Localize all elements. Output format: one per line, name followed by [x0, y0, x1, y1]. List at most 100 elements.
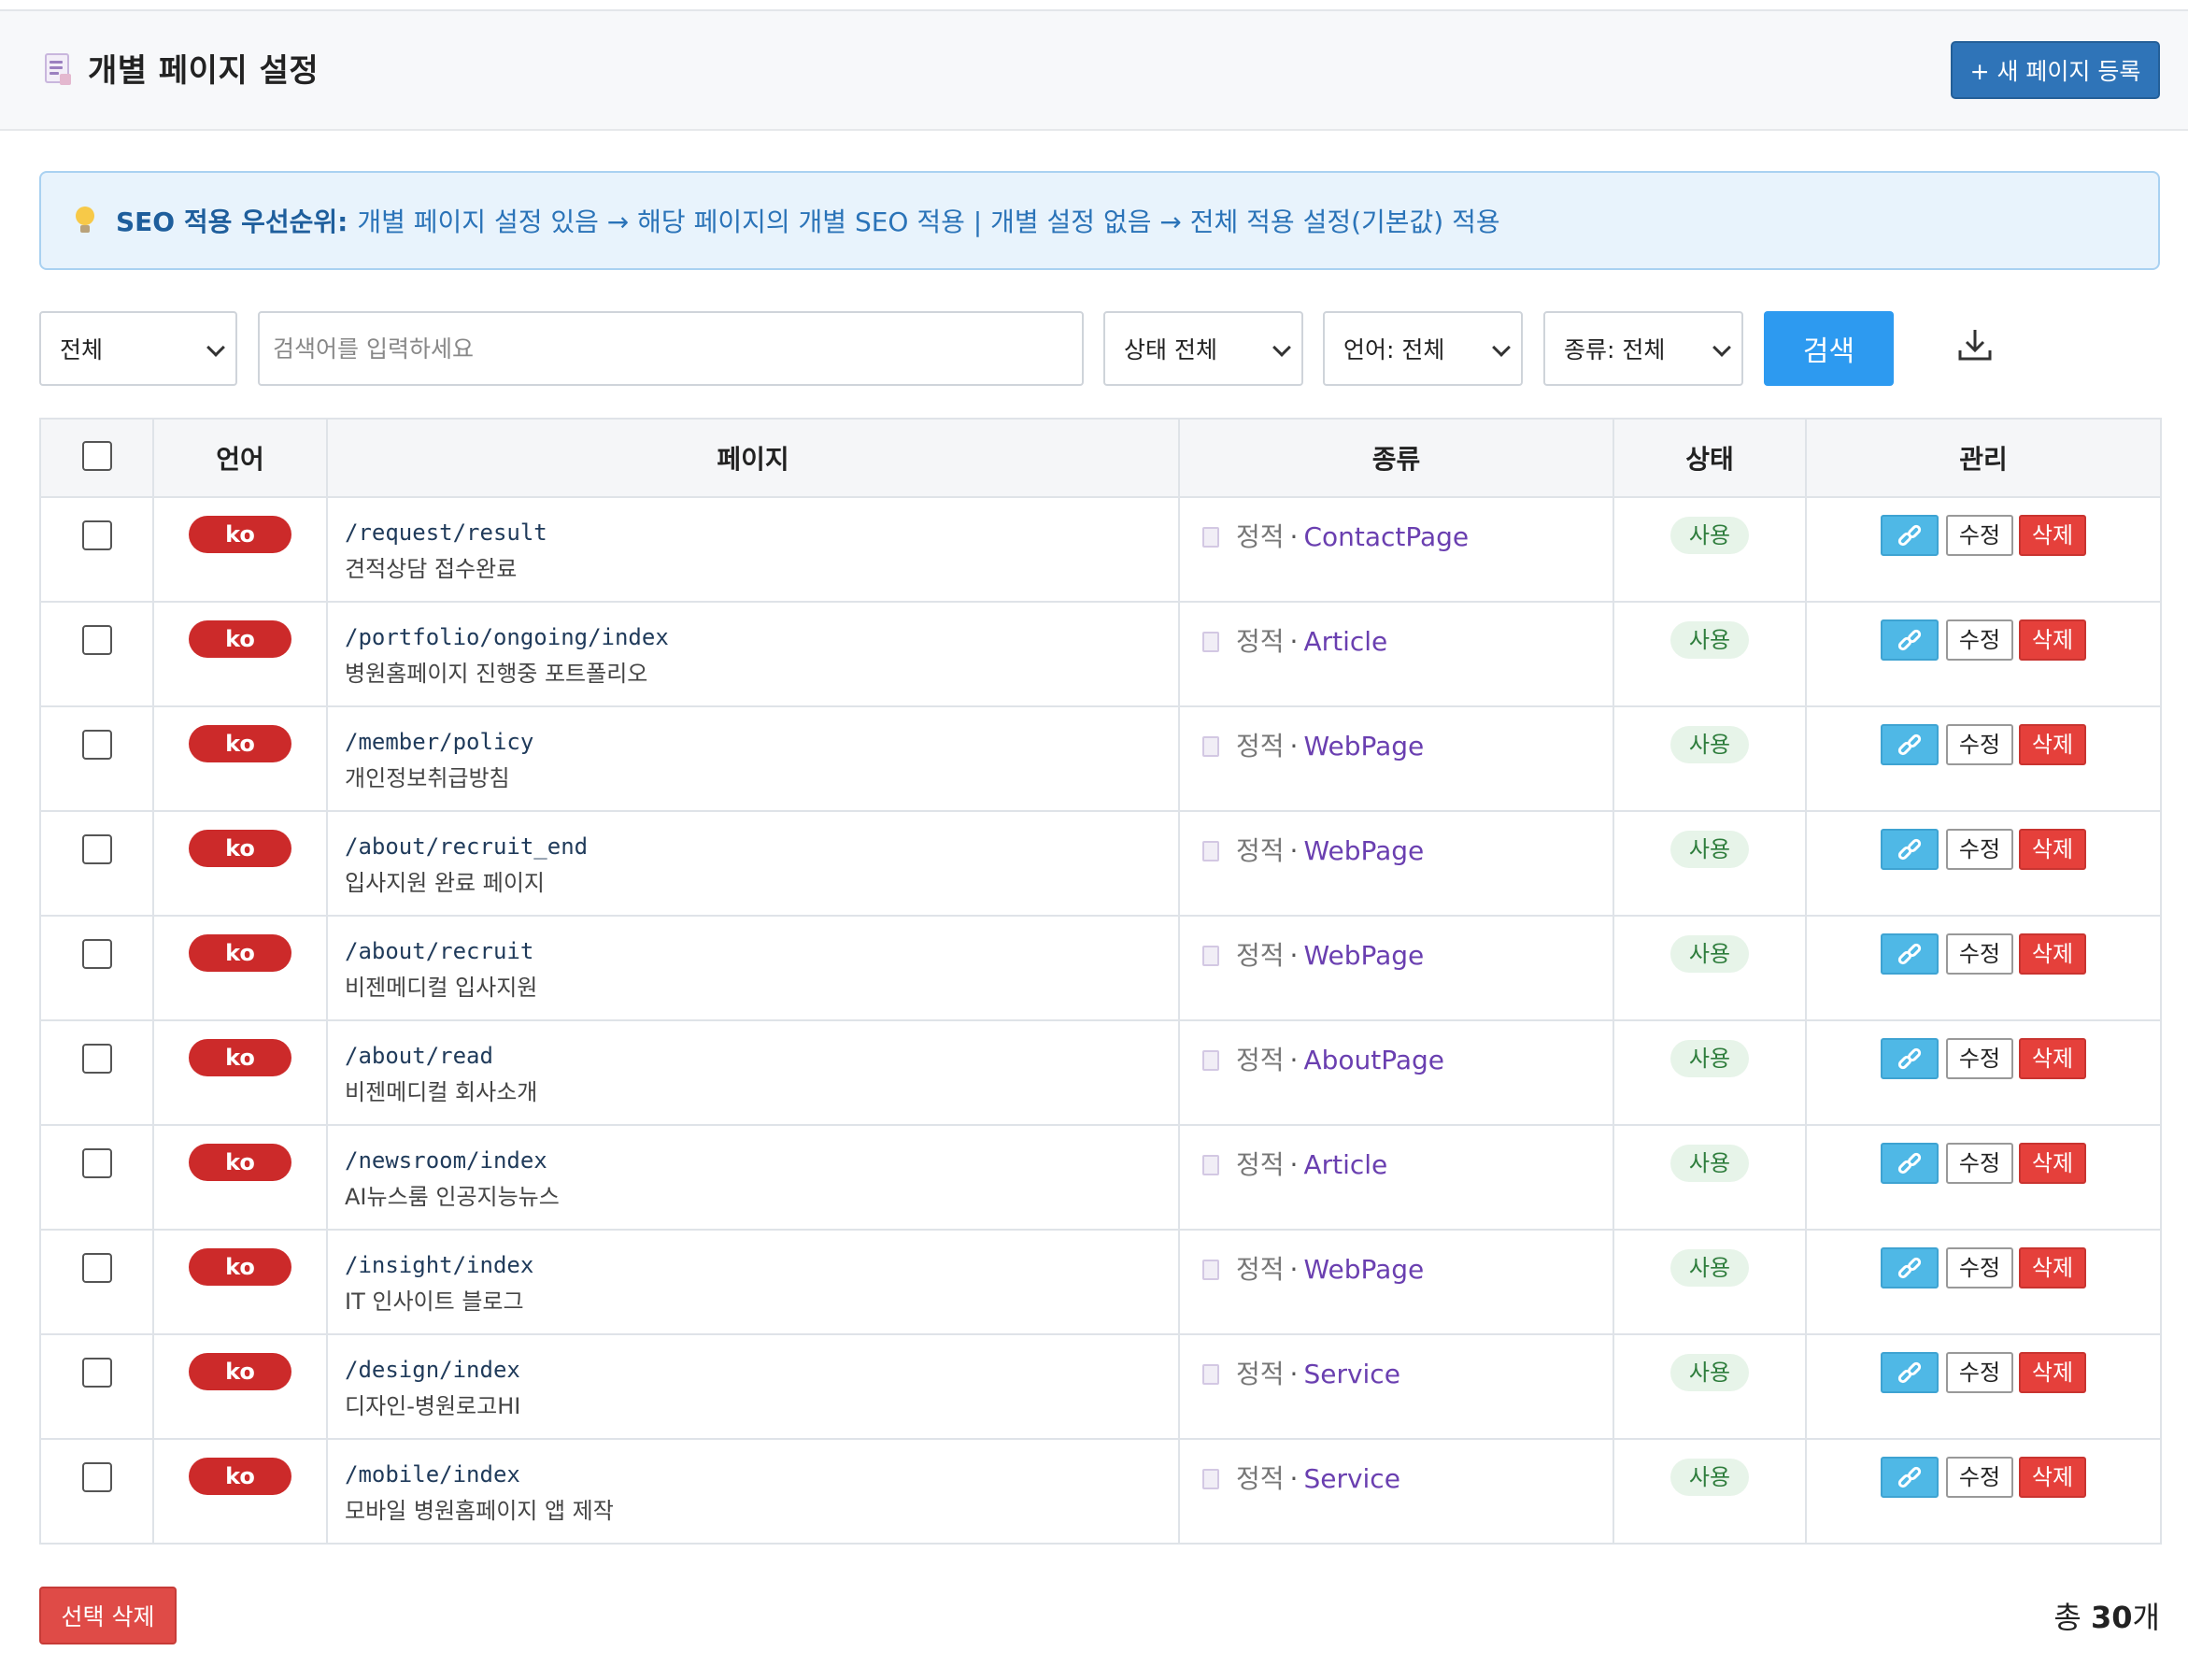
link-button[interactable]	[1881, 1143, 1939, 1184]
type-separator: ·	[1289, 1149, 1299, 1180]
type-static: 정적	[1236, 1463, 1285, 1494]
type-static: 정적	[1236, 1045, 1285, 1075]
select-all-checkbox[interactable]	[81, 440, 112, 471]
status-badge: 사용	[1670, 517, 1749, 554]
total-count: 총 30개	[2053, 1594, 2160, 1637]
row-checkbox[interactable]	[81, 1462, 112, 1492]
type-cell: 정적 · Service	[1178, 1438, 1614, 1545]
edit-button[interactable]: 수정	[1946, 1457, 2013, 1498]
row-checkbox[interactable]	[81, 834, 112, 864]
status-cell: 사용	[1613, 1229, 1807, 1335]
edit-button[interactable]: 수정	[1946, 515, 2013, 556]
language-cell: ko	[152, 1124, 328, 1231]
edit-button[interactable]: 수정	[1946, 1143, 2013, 1184]
link-button[interactable]	[1881, 933, 1939, 975]
manage-cell: 수정 삭제	[1805, 1438, 2162, 1545]
scope-select[interactable]: 전체	[39, 311, 237, 386]
download-icon[interactable]	[1956, 326, 1994, 363]
delete-button[interactable]: 삭제	[2019, 724, 2086, 765]
page-cell: /about/recruit 비젠메디컬 입사지원	[326, 915, 1180, 1021]
edit-button[interactable]: 수정	[1946, 1247, 2013, 1288]
new-page-button[interactable]: + 새 페이지 등록	[1951, 41, 2160, 99]
status-select[interactable]: 상태 전체	[1103, 311, 1303, 386]
document-icon	[1202, 736, 1219, 757]
document-icon	[1202, 841, 1219, 861]
delete-button[interactable]: 삭제	[2019, 515, 2086, 556]
page-name: AI뉴스룸 인공지능뉴스	[345, 1184, 560, 1210]
page-path: /about/recruit_end	[345, 833, 589, 860]
link-button[interactable]	[1881, 724, 1939, 765]
search-input[interactable]	[258, 311, 1084, 386]
delete-button[interactable]: 삭제	[2019, 1143, 2086, 1184]
link-button[interactable]	[1881, 1247, 1939, 1288]
table-row: ko/request/result 견적상담 접수완료 정적 · ContactPage…	[39, 496, 2162, 603]
row-checkbox[interactable]	[81, 1253, 112, 1283]
link-button[interactable]	[1881, 1457, 1939, 1498]
manage-cell: 수정 삭제	[1805, 496, 2162, 603]
status-cell: 사용	[1613, 1019, 1807, 1126]
delete-button[interactable]: 삭제	[2019, 1038, 2086, 1079]
delete-button[interactable]: 삭제	[2019, 1247, 2086, 1288]
page-name: 병원홈페이지 진행중 포트폴리오	[345, 661, 648, 687]
type-static: 정적	[1236, 1254, 1285, 1285]
row-select-cell	[39, 1333, 154, 1440]
type-separator: ·	[1289, 1254, 1299, 1285]
edit-button[interactable]: 수정	[1946, 829, 2013, 870]
row-checkbox[interactable]	[81, 730, 112, 760]
delete-button[interactable]: 삭제	[2019, 829, 2086, 870]
link-button[interactable]	[1881, 1038, 1939, 1079]
row-checkbox[interactable]	[81, 1044, 112, 1074]
link-button[interactable]	[1881, 515, 1939, 556]
type-schema: ContactPage	[1303, 521, 1470, 552]
page-title: 개별 페이지 설정	[88, 52, 320, 90]
type-cell: 정적 · ContactPage	[1178, 496, 1614, 603]
delete-button[interactable]: 삭제	[2019, 619, 2086, 661]
language-badge: ko	[189, 1144, 291, 1181]
row-checkbox[interactable]	[81, 1358, 112, 1388]
row-checkbox[interactable]	[81, 939, 112, 969]
page-cell: /insight/index IT 인사이트 블로그	[326, 1229, 1180, 1335]
row-checkbox[interactable]	[81, 520, 112, 550]
language-badge: ko	[189, 516, 291, 553]
status-badge: 사용	[1670, 1040, 1749, 1077]
link-button[interactable]	[1881, 1352, 1939, 1393]
bulk-delete-button[interactable]: 선택 삭제	[39, 1587, 177, 1644]
header-type: 종류	[1178, 418, 1614, 498]
total-suffix: 개	[2132, 1600, 2160, 1635]
type-static: 정적	[1236, 1359, 1285, 1389]
status-cell: 사용	[1613, 1124, 1807, 1231]
row-checkbox[interactable]	[81, 1148, 112, 1178]
table-row: ko/mobile/index 모바일 병원홈페이지 앱 제작 정적 · Service…	[39, 1438, 2162, 1545]
edit-button[interactable]: 수정	[1946, 724, 2013, 765]
manage-cell: 수정 삭제	[1805, 1333, 2162, 1440]
type-select-value: 종류: 전체	[1564, 336, 1666, 363]
chevron-down-icon	[1712, 338, 1731, 357]
row-checkbox[interactable]	[81, 625, 112, 655]
edit-button[interactable]: 수정	[1946, 619, 2013, 661]
table-row: ko/portfolio/ongoing/index 병원홈페이지 진행중 포트폴…	[39, 601, 2162, 707]
page-header: 개별 페이지 설정 + 새 페이지 등록	[0, 11, 2188, 131]
link-button[interactable]	[1881, 829, 1939, 870]
delete-button[interactable]: 삭제	[2019, 933, 2086, 975]
row-select-cell	[39, 601, 154, 707]
delete-button[interactable]: 삭제	[2019, 1457, 2086, 1498]
page-path: /portfolio/ongoing/index	[345, 624, 669, 650]
type-cell: 정적 · AboutPage	[1178, 1019, 1614, 1126]
page-name: IT 인사이트 블로그	[345, 1288, 524, 1315]
search-button[interactable]: 검색	[1764, 311, 1894, 386]
page-name: 모바일 병원홈페이지 앱 제작	[345, 1498, 614, 1524]
type-static: 정적	[1236, 731, 1285, 762]
type-separator: ·	[1289, 1463, 1299, 1494]
edit-button[interactable]: 수정	[1946, 933, 2013, 975]
status-cell: 사용	[1613, 915, 1807, 1021]
table-row: ko/newsroom/index AI뉴스룸 인공지능뉴스 정적 · Article 사…	[39, 1124, 2162, 1231]
edit-button[interactable]: 수정	[1946, 1038, 2013, 1079]
type-select[interactable]: 종류: 전체	[1543, 311, 1743, 386]
language-select[interactable]: 언어: 전체	[1323, 311, 1523, 386]
status-cell: 사용	[1613, 810, 1807, 917]
link-button[interactable]	[1881, 619, 1939, 661]
type-cell: 정적 · Article	[1178, 1124, 1614, 1231]
delete-button[interactable]: 삭제	[2019, 1352, 2086, 1393]
chevron-down-icon	[1492, 338, 1511, 357]
edit-button[interactable]: 수정	[1946, 1352, 2013, 1393]
